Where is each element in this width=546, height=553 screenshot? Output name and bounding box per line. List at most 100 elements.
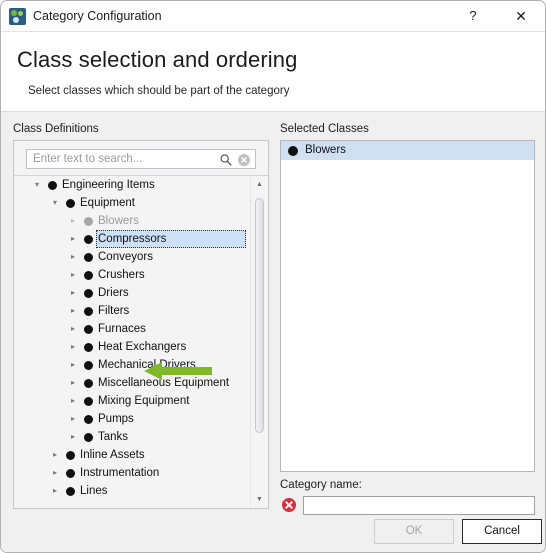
tree-item-label: Blowers xyxy=(98,215,139,227)
chevron-down-icon[interactable]: ▾ xyxy=(48,194,62,212)
chevron-down-icon[interactable]: ▾ xyxy=(30,176,44,194)
class-bullet-icon xyxy=(84,253,93,262)
chevron-right-icon[interactable]: ▸ xyxy=(66,230,80,248)
tree-item-label: Miscellaneous Equipment xyxy=(98,377,230,389)
tree-item-compressors[interactable]: ▸ Compressors xyxy=(14,230,250,248)
tree-item-label: Inline Assets xyxy=(80,449,145,461)
tree-item-equipment[interactable]: ▾ Equipment xyxy=(14,194,250,212)
class-tree-region: ▾ Engineering Items ▾ Equipment ▸ Blowers ▸ Com… xyxy=(14,175,268,508)
tree-item-lines[interactable]: ▸ Lines xyxy=(14,482,250,500)
magnifier-icon[interactable] xyxy=(219,153,233,167)
chevron-right-icon[interactable]: ▸ xyxy=(66,356,80,374)
search-box[interactable] xyxy=(26,149,256,169)
class-bullet-icon xyxy=(84,397,93,406)
chevron-right-icon[interactable]: ▸ xyxy=(66,428,80,446)
class-bullet-icon xyxy=(84,271,93,280)
tree-item-tanks[interactable]: ▸ Tanks xyxy=(14,428,250,446)
tree-item-label: Pumps xyxy=(98,413,134,425)
chevron-right-icon[interactable]: ▸ xyxy=(66,374,80,392)
class-bullet-icon xyxy=(84,235,93,244)
scroll-down-arrow-icon[interactable]: ▼ xyxy=(251,491,268,508)
tree-item-label: Mixing Equipment xyxy=(98,395,190,407)
scroll-up-arrow-icon[interactable]: ▲ xyxy=(251,176,268,193)
tree-item-label: Furnaces xyxy=(98,323,146,335)
chevron-right-icon[interactable]: ▸ xyxy=(66,212,80,230)
tree-item-blowers[interactable]: ▸ Blowers xyxy=(14,212,250,230)
class-bullet-icon xyxy=(84,379,93,388)
class-bullet-icon xyxy=(66,469,75,478)
tree-item-label: Engineering Items xyxy=(62,179,155,191)
error-circle-icon xyxy=(281,497,297,513)
tree-item-pumps[interactable]: ▸ Pumps xyxy=(14,410,250,428)
class-tree[interactable]: ▾ Engineering Items ▾ Equipment ▸ Blowers ▸ Com… xyxy=(14,176,250,508)
tree-item-inline-assets[interactable]: ▸ Inline Assets xyxy=(14,446,250,464)
tree-item-engineering-items[interactable]: ▾ Engineering Items xyxy=(14,176,250,194)
tree-item-heat-exchangers[interactable]: ▸ Heat Exchangers xyxy=(14,338,250,356)
class-bullet-icon xyxy=(84,433,93,442)
help-button[interactable]: ? xyxy=(451,1,495,31)
class-bullet-icon xyxy=(66,487,75,496)
class-definitions-label: Class Definitions xyxy=(13,123,99,135)
window-title: Category Configuration xyxy=(33,9,162,23)
tree-item-label: Heat Exchangers xyxy=(98,341,187,353)
tree-scrollbar[interactable]: ▲ ▼ xyxy=(250,176,268,508)
class-bullet-icon xyxy=(84,289,93,298)
chevron-right-icon[interactable]: ▸ xyxy=(66,392,80,410)
tree-item-label: Tanks xyxy=(98,431,129,443)
chevron-right-icon[interactable]: ▸ xyxy=(66,266,80,284)
tree-item-label: Crushers xyxy=(98,269,145,281)
chevron-right-icon[interactable]: ▸ xyxy=(48,482,62,500)
selected-class-row[interactable]: Blowers xyxy=(281,141,534,160)
selected-classes-label: Selected Classes xyxy=(280,123,369,135)
chevron-right-icon[interactable]: ▸ xyxy=(66,284,80,302)
scrollbar-thumb[interactable] xyxy=(255,198,264,433)
title-bar: Category Configuration ? ✕ xyxy=(1,1,545,32)
dialog-window: Category Configuration ? ✕ Class selecti… xyxy=(0,0,546,553)
chevron-right-icon[interactable]: ▸ xyxy=(48,464,62,482)
tree-item-label: Driers xyxy=(98,287,129,299)
tree-item-mechanical-drivers[interactable]: ▸ Mechanical Drivers xyxy=(14,356,250,374)
selected-classes-list[interactable]: Blowers xyxy=(280,140,535,472)
page-subtitle: Select classes which should be part of t… xyxy=(28,85,290,97)
tree-item-miscellaneous-equipment[interactable]: ▸ Miscellaneous Equipment xyxy=(14,374,250,392)
category-name-label: Category name: xyxy=(280,479,362,491)
class-bullet-icon xyxy=(84,361,93,370)
cancel-button[interactable]: Cancel xyxy=(462,519,542,544)
class-bullet-icon xyxy=(66,451,75,460)
tree-item-crushers[interactable]: ▸ Crushers xyxy=(14,266,250,284)
tree-item-label: Mechanical Drivers xyxy=(98,359,196,371)
tree-item-driers[interactable]: ▸ Driers xyxy=(14,284,250,302)
tree-item-label: Equipment xyxy=(80,197,135,209)
class-bullet-icon xyxy=(66,199,75,208)
chevron-right-icon[interactable]: ▸ xyxy=(66,248,80,266)
chevron-right-icon[interactable]: ▸ xyxy=(66,320,80,338)
class-bullet-icon xyxy=(84,307,93,316)
dialog-header: Class selection and ordering Select clas… xyxy=(1,32,545,112)
tree-item-label: Instrumentation xyxy=(80,467,160,479)
tree-item-filters[interactable]: ▸ Filters xyxy=(14,302,250,320)
clear-circle-icon[interactable] xyxy=(237,153,251,167)
tree-item-instrumentation[interactable]: ▸ Instrumentation xyxy=(14,464,250,482)
tree-item-label: Lines xyxy=(80,485,108,497)
class-bullet-icon xyxy=(288,146,298,156)
chevron-right-icon[interactable]: ▸ xyxy=(66,302,80,320)
class-bullet-icon xyxy=(84,343,93,352)
chevron-right-icon[interactable]: ▸ xyxy=(66,338,80,356)
selected-class-label: Blowers xyxy=(305,144,346,156)
chevron-right-icon[interactable]: ▸ xyxy=(66,410,80,428)
ok-button[interactable]: OK xyxy=(374,519,454,544)
class-bullet-icon xyxy=(84,325,93,334)
close-button[interactable]: ✕ xyxy=(499,1,543,31)
tree-item-label: Compressors xyxy=(98,233,167,245)
tree-item-conveyors[interactable]: ▸ Conveyors xyxy=(14,248,250,266)
search-bar xyxy=(14,141,268,175)
class-bullet-icon xyxy=(48,181,57,190)
chevron-right-icon[interactable]: ▸ xyxy=(48,446,62,464)
search-input[interactable] xyxy=(33,153,213,165)
dialog-body: Class Definitions Selected Classes Enter… xyxy=(1,113,545,552)
tree-item-mixing-equipment[interactable]: ▸ Mixing Equipment xyxy=(14,392,250,410)
class-definitions-panel: ▾Engineering Items▾Equipment▸Blowers▸Com… xyxy=(13,140,269,509)
category-name-input[interactable] xyxy=(303,496,535,515)
class-bullet-icon xyxy=(84,415,93,424)
tree-item-furnaces[interactable]: ▸ Furnaces xyxy=(14,320,250,338)
